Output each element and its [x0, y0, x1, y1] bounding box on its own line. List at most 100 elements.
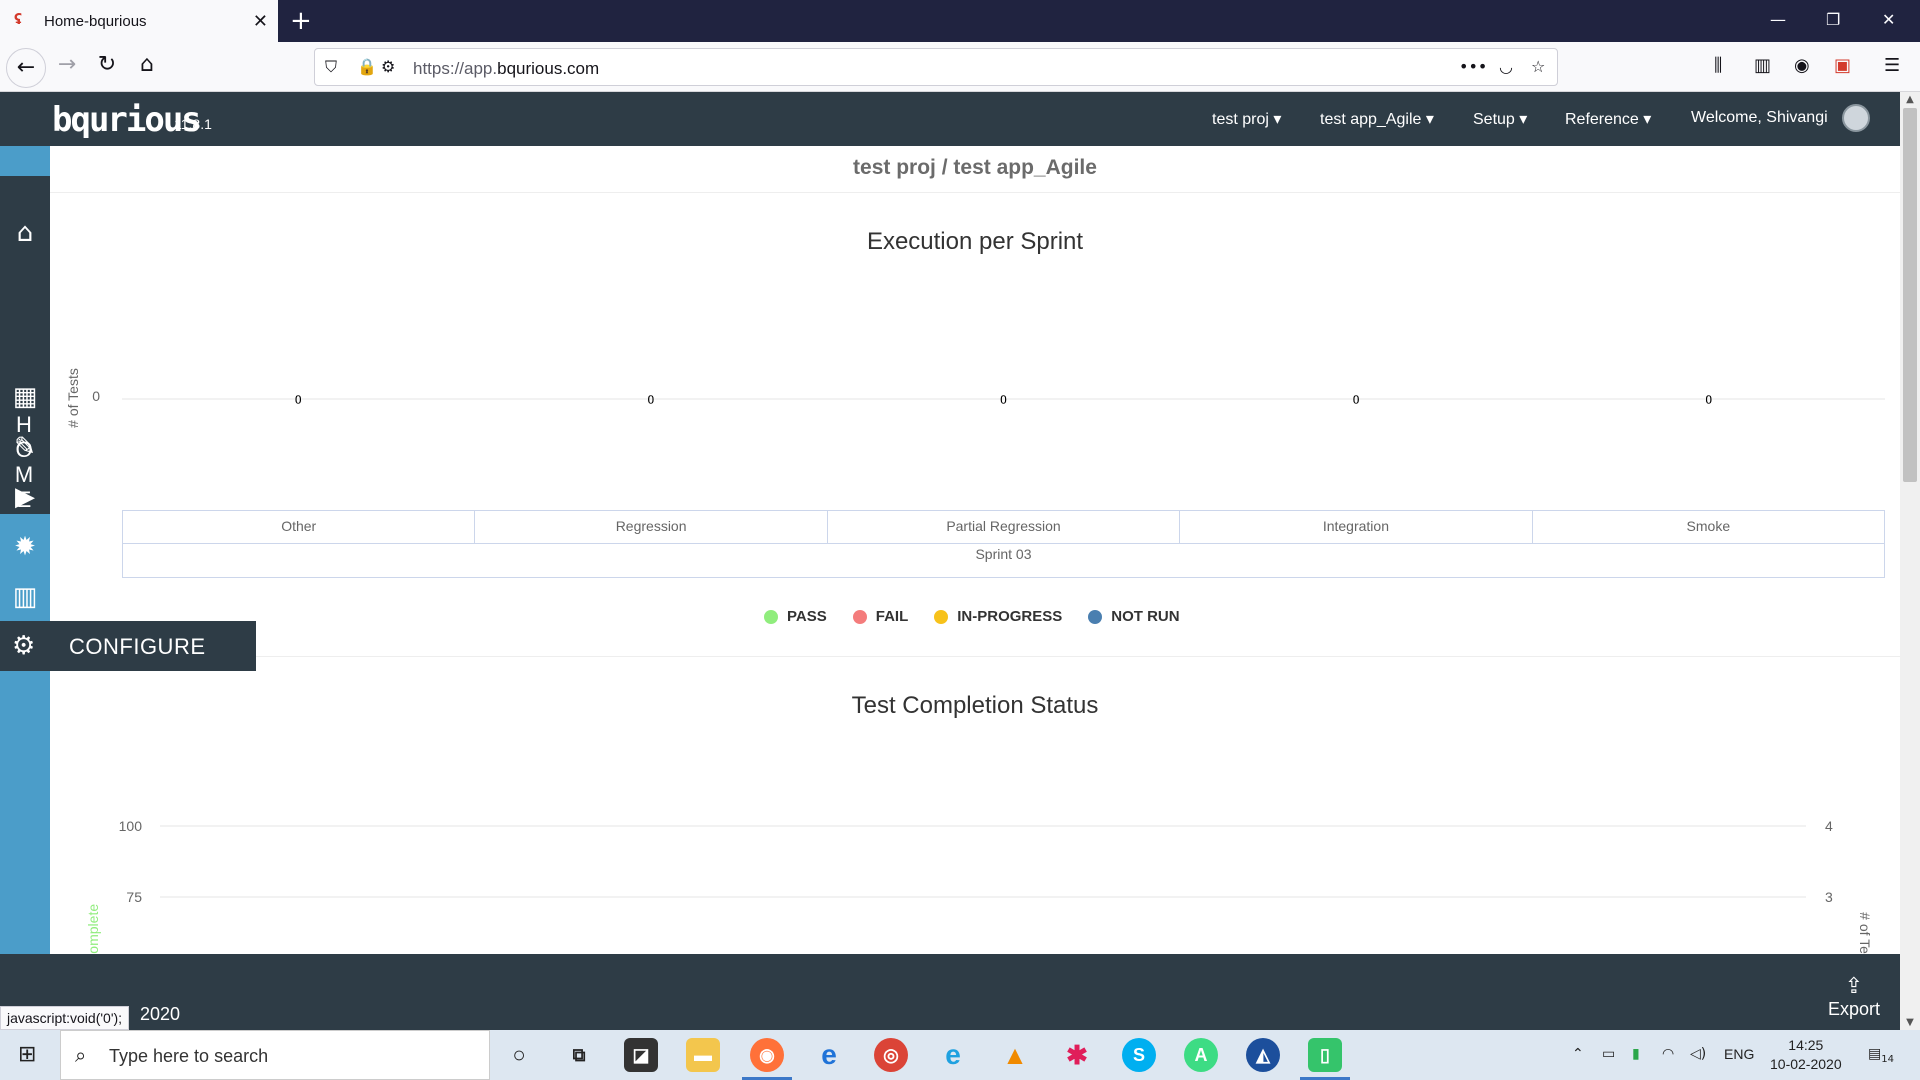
search-placeholder: Type here to search — [109, 1046, 269, 1066]
account-icon[interactable]: ◉ — [1794, 55, 1810, 76]
completion-right-axis-label: # of Tests — [1857, 912, 1873, 954]
tab-title: Home-bqurious — [44, 12, 147, 30]
legend-item-fail[interactable]: FAIL — [852, 608, 908, 625]
completion-y-axis-label: % Complete — [85, 904, 101, 954]
execution-category-axis: Other Regression Partial Regression Integra… — [122, 510, 1885, 578]
battery-icon[interactable]: ▭ — [1602, 1046, 1615, 1062]
close-window-icon[interactable]: ✕ — [1882, 10, 1895, 29]
setup-menu-label: Setup — [1473, 111, 1515, 128]
category-label: Smoke — [1686, 518, 1731, 534]
user-menu[interactable]: Welcome, Shivangi — [1691, 109, 1828, 127]
play-icon[interactable]: ▶ — [0, 482, 50, 512]
wifi-icon[interactable]: ◠ — [1662, 1046, 1674, 1062]
language-indicator[interactable]: ENG — [1724, 1046, 1754, 1062]
new-tab-icon[interactable]: + — [290, 6, 312, 36]
forward-icon[interactable]: → — [52, 52, 82, 82]
skype-icon[interactable]: S — [1122, 1038, 1156, 1072]
internet-explorer-icon[interactable]: e — [936, 1038, 970, 1072]
avatar[interactable] — [1842, 104, 1870, 132]
back-icon[interactable]: ← — [6, 48, 46, 88]
reload-icon[interactable]: ↻ — [92, 52, 122, 82]
android-studio-icon[interactable]: A — [1184, 1038, 1218, 1072]
app-launcher-icon[interactable]: ◭ — [1246, 1038, 1280, 1072]
data-label: 0 — [295, 392, 302, 407]
more-actions-icon[interactable]: ••• — [1459, 57, 1487, 76]
category-label: Partial Regression — [828, 511, 1181, 543]
lock-icon[interactable]: 🔒 — [357, 57, 377, 76]
permissions-icon[interactable]: ⚙ — [381, 57, 395, 76]
notifications-icon[interactable]: ▤14 — [1868, 1046, 1894, 1065]
cortana-icon[interactable]: ○ — [502, 1038, 536, 1072]
notification-count: 14 — [1881, 1053, 1894, 1065]
home-browser-icon[interactable]: ⌂ — [132, 52, 162, 82]
page-scrollbar[interactable]: ▲ ▼ — [1900, 92, 1920, 1030]
main-content: test proj / test app_Agile Execution per… — [50, 146, 1900, 954]
configure-menu-item[interactable]: ⚙ CONFIGURE — [0, 621, 256, 671]
home-icon[interactable]: ⌂ — [0, 218, 50, 248]
sprint-group-label: Sprint 03 — [975, 546, 1032, 562]
project-menu[interactable]: test proj ▾ — [1212, 109, 1281, 129]
scroll-down-icon[interactable]: ▼ — [1900, 1017, 1920, 1028]
legend-not-run-marker — [1088, 609, 1103, 624]
pocket-icon[interactable]: ◡ — [1499, 57, 1513, 76]
firefox-icon[interactable]: ◉ — [742, 1038, 792, 1080]
app-menu[interactable]: test app_Agile ▾ — [1320, 109, 1434, 129]
execution-per-sprint-chart: # of Tests 0 0 0 0 0 0 — [65, 368, 1885, 428]
bar-chart-icon[interactable]: ▥ — [0, 582, 50, 612]
browser-tab[interactable]: ʢ Home-bqurious ✕ — [0, 0, 278, 42]
vlc-icon[interactable]: ▲ — [998, 1038, 1032, 1072]
sidebar-toggle-icon[interactable]: ▥ — [1754, 55, 1771, 76]
shield-icon[interactable]: ⛉ — [325, 57, 337, 77]
url-prefix: https://app. — [413, 59, 498, 78]
phone-app-icon[interactable]: ▯ — [1300, 1038, 1350, 1080]
legend-pass-label: PASS — [787, 608, 827, 625]
restore-icon[interactable]: ❐ — [1826, 10, 1840, 29]
extension-icon[interactable]: ▣ — [1834, 55, 1851, 76]
tray-expand-icon[interactable]: ⌃ — [1572, 1046, 1584, 1062]
taskbar-clock[interactable]: 14:25 10-02-2020 — [1770, 1036, 1842, 1074]
bookmark-star-icon[interactable]: ☆ — [1531, 57, 1545, 76]
windows-start-icon[interactable]: ⊞ — [18, 1042, 36, 1067]
project-menu-label: test proj — [1212, 111, 1269, 128]
setup-menu[interactable]: Setup ▾ — [1473, 109, 1527, 129]
legend-not-run-label: NOT RUN — [1111, 608, 1180, 625]
legend-in-progress-label: IN-PROGRESS — [957, 608, 1063, 625]
edge-icon[interactable]: e — [812, 1038, 846, 1072]
category-label: Regression — [475, 511, 828, 543]
slack-icon[interactable]: ✱ — [1060, 1038, 1094, 1072]
chart-divider — [50, 656, 1900, 657]
legend-item-pass[interactable]: PASS — [764, 608, 827, 625]
legend-item-not-run[interactable]: NOT RUN — [1088, 608, 1180, 625]
scroll-up-icon[interactable]: ▲ — [1900, 94, 1920, 105]
file-explorer-icon[interactable]: ▬ — [686, 1038, 720, 1072]
legend-fail-marker — [852, 609, 867, 624]
export-button[interactable]: ⇪ Export — [1828, 974, 1880, 1020]
address-bar[interactable]: ⛉ 🔒 ⚙ https://app.bqurious.com ••• ◡ ☆ — [314, 48, 1558, 86]
data-label: 0 — [647, 392, 654, 407]
app-tray-icon[interactable]: ▮ — [1632, 1046, 1640, 1062]
bug-icon[interactable]: ✹ — [0, 532, 50, 562]
library-icon[interactable]: ⫼ — [1714, 55, 1722, 76]
sticky-notes-icon[interactable]: ◪ — [624, 1038, 658, 1072]
legend-item-in-progress[interactable]: IN-PROGRESS — [934, 608, 1062, 625]
calendar-icon[interactable]: ▦ — [0, 382, 50, 412]
legend-pass-marker — [764, 609, 778, 624]
chrome-icon[interactable]: ◎ — [874, 1038, 908, 1072]
reference-menu[interactable]: Reference ▾ — [1565, 109, 1651, 129]
browser-tab-bar: ʢ Home-bqurious ✕ + — ❐ ✕ — [0, 0, 1920, 42]
app-menu-label: test app_Agile — [1320, 111, 1422, 128]
category-label: Other — [123, 511, 476, 543]
taskbar-search[interactable]: ⌕ Type here to search — [60, 1030, 490, 1080]
scroll-thumb[interactable] — [1903, 108, 1917, 482]
close-tab-icon[interactable]: ✕ — [253, 11, 268, 32]
task-view-icon[interactable]: ⧉ — [562, 1038, 596, 1072]
minimize-icon[interactable]: — — [1770, 10, 1786, 29]
windows-taskbar: ⊞ ⌕ Type here to search ○ ⧉ ◪ ▬ ◉ e ◎ e … — [0, 1030, 1920, 1080]
hamburger-menu-icon[interactable]: ☰ — [1884, 55, 1900, 76]
app-footer: 2020 ⇪ Export — [0, 954, 1900, 1030]
category-label: Integration — [1180, 511, 1533, 543]
configure-label: CONFIGURE — [69, 634, 206, 659]
reference-menu-label: Reference — [1565, 111, 1639, 128]
pencil-icon[interactable]: ✎ — [0, 432, 50, 462]
volume-icon[interactable]: ◁) — [1690, 1046, 1706, 1062]
